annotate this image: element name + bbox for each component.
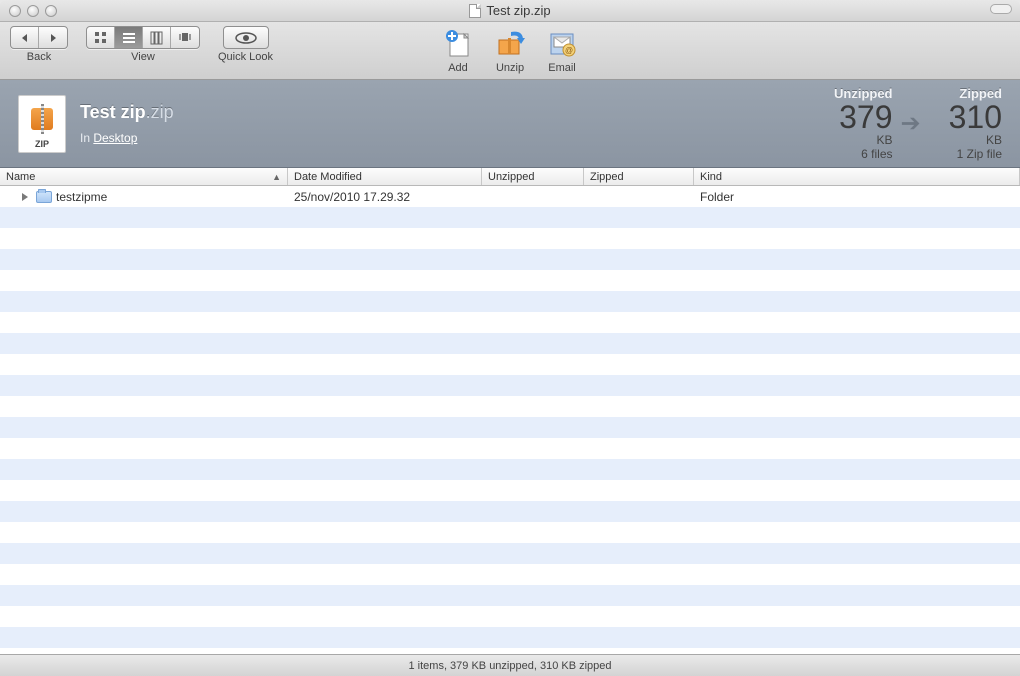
view-label: View: [131, 51, 155, 63]
table-row: [0, 291, 1020, 312]
file-title-name: Test zip: [80, 102, 146, 122]
column-headers: Name ▲ Date Modified Unzipped Zipped Kin…: [0, 168, 1020, 186]
unzip-button[interactable]: [493, 26, 527, 60]
view-column-button[interactable]: [143, 27, 171, 48]
table-row: [0, 312, 1020, 333]
size-zipped-sub: 1 Zip file: [949, 147, 1002, 161]
svg-text:@: @: [565, 46, 573, 55]
size-unzipped: Unzipped 379 KB 6 files: [834, 86, 893, 161]
column-header-kind-label: Kind: [700, 171, 722, 183]
quicklook-group: Quick Look: [218, 26, 273, 63]
window-controls: [9, 5, 57, 17]
view-list-button[interactable]: [115, 27, 143, 48]
table-row: [0, 627, 1020, 648]
zoom-window-button[interactable]: [45, 5, 57, 17]
table-row: [0, 228, 1020, 249]
row-kind: Folder: [694, 190, 1020, 204]
view-icon-button[interactable]: [87, 27, 115, 48]
table-row: [0, 459, 1020, 480]
toolbar: Back: [0, 22, 1020, 80]
file-location: In Desktop: [80, 131, 814, 145]
quicklook-label: Quick Look: [218, 51, 273, 63]
unzip-group: Unzip: [493, 26, 527, 74]
column-header-name-label: Name: [6, 171, 35, 183]
info-header: Test zip.zip In Desktop Unzipped 379 KB …: [0, 80, 1020, 168]
column-header-date[interactable]: Date Modified: [288, 168, 482, 185]
table-row: [0, 417, 1020, 438]
email-button[interactable]: @: [545, 26, 579, 60]
table-row: [0, 438, 1020, 459]
email-label: Email: [548, 62, 576, 74]
view-group: View: [86, 26, 200, 63]
size-unzipped-unit: KB: [834, 133, 893, 147]
column-header-kind[interactable]: Kind: [694, 168, 1020, 185]
add-group: Add: [441, 26, 475, 74]
size-unzipped-value: 379: [834, 101, 893, 133]
size-zipped-unit: KB: [949, 133, 1002, 147]
table-row: [0, 333, 1020, 354]
table-row: [0, 270, 1020, 291]
column-header-unzipped[interactable]: Unzipped: [482, 168, 584, 185]
status-text: 1 items, 379 KB unzipped, 310 KB zipped: [408, 660, 611, 672]
size-zipped: Zipped 310 KB 1 Zip file: [949, 86, 1002, 161]
file-title: Test zip.zip: [80, 102, 814, 123]
view-segmented: [86, 26, 200, 49]
table-row[interactable]: testzipme 25/nov/2010 17.29.32 Folder: [0, 186, 1020, 207]
view-coverflow-button[interactable]: [171, 27, 199, 48]
email-group: @ Email: [545, 26, 579, 74]
table-row: [0, 501, 1020, 522]
add-label: Add: [448, 62, 468, 74]
window-title-text: Test zip.zip: [486, 3, 550, 18]
row-name: testzipme: [56, 190, 107, 204]
arrow-icon: ➔: [901, 109, 921, 138]
table-row: [0, 522, 1020, 543]
disclosure-triangle-icon[interactable]: [22, 193, 28, 201]
row-date: 25/nov/2010 17.29.32: [288, 190, 482, 204]
unzip-label: Unzip: [496, 62, 524, 74]
table-row: [0, 606, 1020, 627]
file-meta: Test zip.zip In Desktop: [80, 102, 814, 145]
minimize-window-button[interactable]: [27, 5, 39, 17]
back-label: Back: [27, 51, 51, 63]
add-button[interactable]: [441, 26, 475, 60]
table-row: [0, 585, 1020, 606]
sort-ascending-icon: ▲: [272, 172, 281, 182]
column-header-name[interactable]: Name ▲: [0, 168, 288, 185]
folder-icon: [36, 191, 52, 203]
table-row: [0, 396, 1020, 417]
status-bar: 1 items, 379 KB unzipped, 310 KB zipped: [0, 654, 1020, 676]
table-row: [0, 375, 1020, 396]
file-title-ext: .zip: [146, 102, 174, 122]
quicklook-button[interactable]: [223, 26, 269, 49]
titlebar: Test zip.zip: [0, 0, 1020, 22]
column-header-date-label: Date Modified: [294, 171, 362, 183]
window-title: Test zip.zip: [0, 3, 1020, 18]
close-window-button[interactable]: [9, 5, 21, 17]
back-button[interactable]: [11, 27, 39, 48]
table-row: [0, 354, 1020, 375]
back-forward-group: Back: [10, 26, 68, 63]
column-header-zipped[interactable]: Zipped: [584, 168, 694, 185]
forward-button[interactable]: [39, 27, 67, 48]
size-unzipped-sub: 6 files: [834, 147, 893, 161]
file-location-link[interactable]: Desktop: [93, 131, 137, 145]
document-icon: [469, 4, 481, 18]
file-location-prefix: In: [80, 131, 93, 145]
toolbar-toggle-pill[interactable]: [990, 4, 1012, 14]
back-forward-segmented: [10, 26, 68, 49]
column-header-zipped-label: Zipped: [590, 171, 624, 183]
table-row: [0, 543, 1020, 564]
column-header-unzipped-label: Unzipped: [488, 171, 534, 183]
table-row: [0, 564, 1020, 585]
zip-file-icon: [18, 95, 66, 153]
file-list[interactable]: testzipme 25/nov/2010 17.29.32 Folder: [0, 186, 1020, 654]
table-row: [0, 480, 1020, 501]
table-row: [0, 207, 1020, 228]
size-zipped-value: 310: [949, 101, 1002, 133]
table-row: [0, 249, 1020, 270]
